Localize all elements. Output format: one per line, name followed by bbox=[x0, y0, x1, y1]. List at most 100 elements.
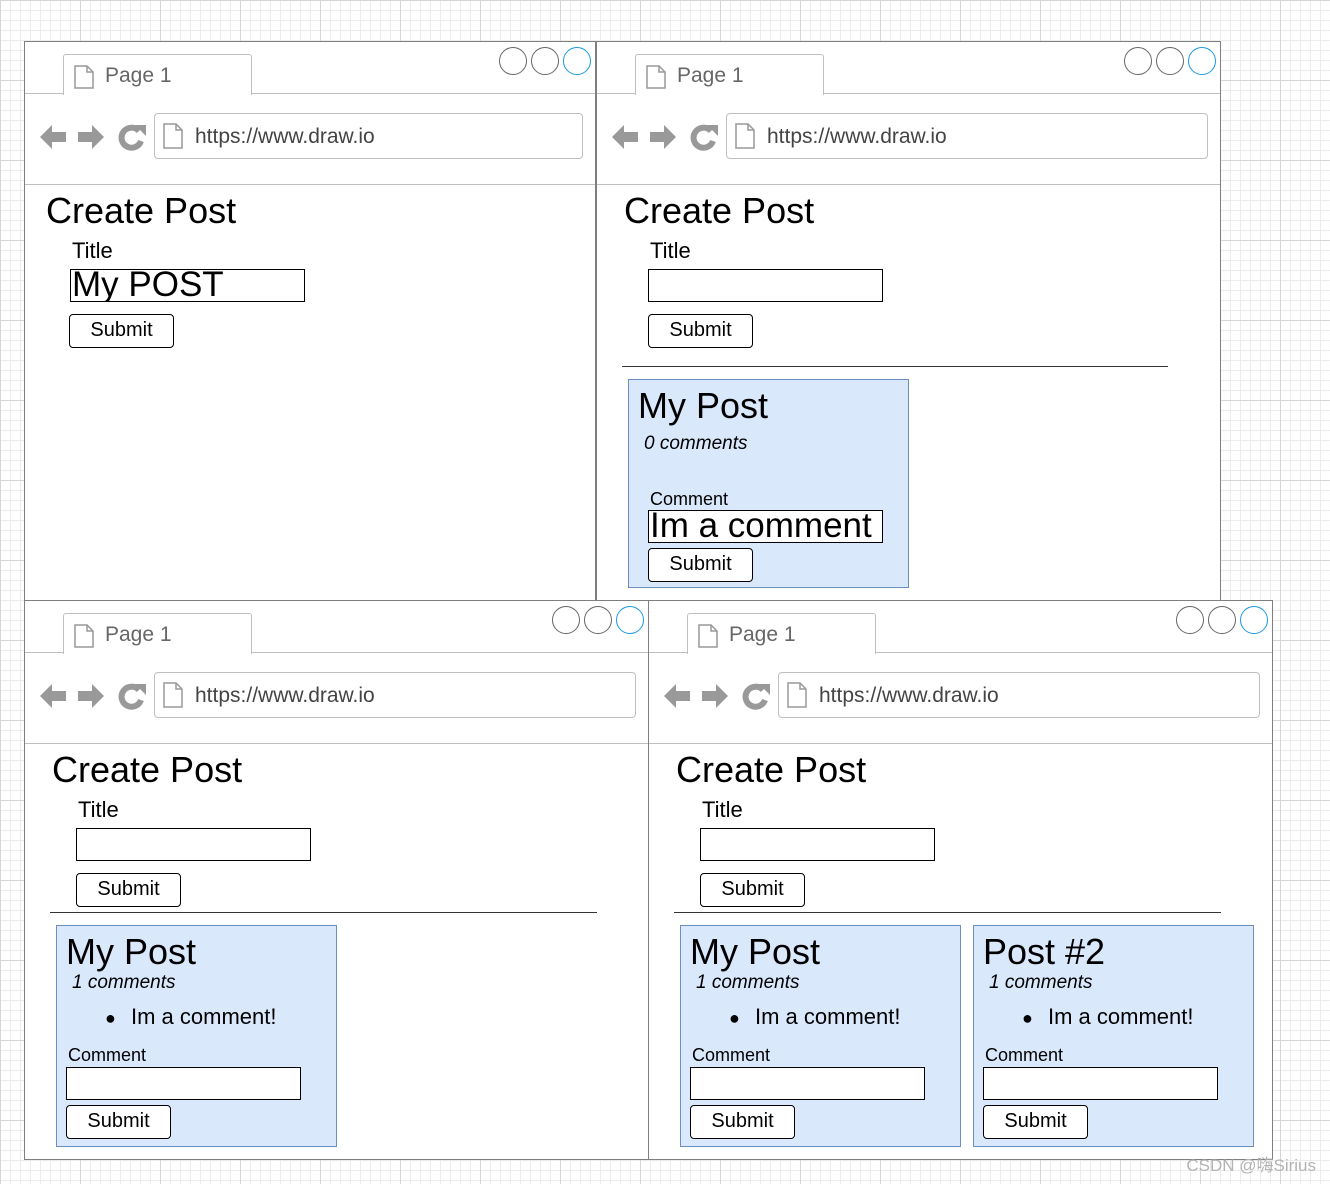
title-label: Title bbox=[72, 238, 113, 263]
page-content: Create Post Title Submit My Post 1 comme… bbox=[25, 745, 648, 1159]
window-button-circle[interactable] bbox=[1124, 47, 1152, 75]
browser-window-1: Page 1 https://www.draw.io Create Post T… bbox=[24, 41, 596, 601]
browser-toolbar: https://www.draw.io bbox=[25, 654, 648, 744]
comment-count: 1 comments bbox=[989, 972, 1093, 993]
comment-input[interactable] bbox=[66, 1067, 301, 1100]
url-text: https://www.draw.io bbox=[195, 125, 375, 148]
browser-toolbar: https://www.draw.io bbox=[25, 95, 595, 185]
bullet-icon: ● bbox=[105, 1008, 116, 1028]
window-button-circle[interactable] bbox=[1208, 606, 1236, 634]
window-button-circle[interactable] bbox=[1188, 47, 1216, 75]
divider bbox=[50, 912, 597, 913]
comment-text: Im a comment! bbox=[1048, 1004, 1194, 1029]
comment-count: 1 comments bbox=[696, 972, 800, 993]
comment-input[interactable]: Im a comment bbox=[648, 510, 883, 543]
back-arrow-icon[interactable] bbox=[38, 122, 68, 152]
url-bar[interactable]: https://www.draw.io bbox=[154, 113, 583, 159]
page-icon bbox=[787, 682, 807, 708]
window-button-circle[interactable] bbox=[531, 47, 559, 75]
window-buttons bbox=[499, 47, 591, 75]
page-content: Create Post Title Submit My Post 1 comme… bbox=[649, 745, 1272, 1159]
forward-arrow-icon[interactable] bbox=[76, 681, 106, 711]
title-input[interactable] bbox=[700, 828, 935, 861]
tab-label: Page 1 bbox=[105, 64, 172, 87]
forward-arrow-icon[interactable] bbox=[76, 122, 106, 152]
window-button-circle[interactable] bbox=[1240, 606, 1268, 634]
forward-arrow-icon[interactable] bbox=[648, 122, 678, 152]
title-input[interactable] bbox=[76, 828, 311, 861]
comment-label: Comment bbox=[68, 1045, 147, 1065]
title-input[interactable] bbox=[648, 269, 883, 302]
back-arrow-icon[interactable] bbox=[38, 681, 68, 711]
back-arrow-icon[interactable] bbox=[662, 681, 692, 711]
back-arrow-icon[interactable] bbox=[610, 122, 640, 152]
page-icon bbox=[698, 624, 718, 648]
window-button-circle[interactable] bbox=[552, 606, 580, 634]
submit-button[interactable]: Submit bbox=[76, 873, 181, 907]
browser-tab[interactable]: Page 1 bbox=[63, 54, 252, 95]
comment-item: ● Im a comment! bbox=[1022, 1004, 1193, 1030]
page-content: Create Post Title Submit My Post 0 comme… bbox=[597, 186, 1220, 600]
comment-label: Comment bbox=[692, 1045, 771, 1065]
window-button-circle[interactable] bbox=[1156, 47, 1184, 75]
title-label: Title bbox=[702, 797, 743, 822]
window-button-circle[interactable] bbox=[616, 606, 644, 634]
comment-item: ● Im a comment! bbox=[105, 1004, 276, 1030]
comment-submit-button[interactable]: Submit bbox=[690, 1105, 795, 1139]
browser-tab[interactable]: Page 1 bbox=[635, 54, 824, 95]
tab-label: Page 1 bbox=[677, 64, 744, 87]
post-title: My Post bbox=[690, 931, 821, 972]
comment-input[interactable] bbox=[983, 1067, 1218, 1100]
bullet-icon: ● bbox=[729, 1008, 740, 1028]
page-content: Create Post Title My POST Submit bbox=[25, 186, 595, 600]
create-post-heading: Create Post bbox=[676, 749, 867, 790]
reload-icon[interactable] bbox=[117, 122, 147, 152]
post-card: Post #2 1 comments ● Im a comment! Commen… bbox=[973, 925, 1254, 1147]
url-bar[interactable]: https://www.draw.io bbox=[154, 672, 636, 718]
reload-icon[interactable] bbox=[689, 122, 719, 152]
comment-item: ● Im a comment! bbox=[729, 1004, 900, 1030]
page-icon bbox=[163, 123, 183, 149]
window-buttons bbox=[1124, 47, 1216, 75]
window-button-circle[interactable] bbox=[584, 606, 612, 634]
browser-tab[interactable]: Page 1 bbox=[687, 613, 876, 654]
url-text: https://www.draw.io bbox=[195, 684, 375, 707]
create-post-heading: Create Post bbox=[46, 190, 237, 231]
title-input[interactable]: My POST bbox=[70, 269, 305, 302]
divider bbox=[674, 912, 1221, 913]
page-icon bbox=[163, 682, 183, 708]
post-card: My Post 1 comments ● Im a comment! Commen… bbox=[56, 925, 337, 1147]
window-button-circle[interactable] bbox=[499, 47, 527, 75]
comment-count: 1 comments bbox=[72, 972, 176, 993]
window-button-circle[interactable] bbox=[563, 47, 591, 75]
divider bbox=[622, 366, 1168, 367]
tab-bar: Page 1 bbox=[597, 42, 1220, 95]
browser-tab[interactable]: Page 1 bbox=[63, 613, 252, 654]
forward-arrow-icon[interactable] bbox=[700, 681, 730, 711]
title-label: Title bbox=[650, 238, 691, 263]
page-icon bbox=[735, 123, 755, 149]
comment-submit-button[interactable]: Submit bbox=[66, 1105, 171, 1139]
page-icon bbox=[74, 65, 94, 89]
create-post-heading: Create Post bbox=[52, 749, 243, 790]
browser-toolbar: https://www.draw.io bbox=[649, 654, 1272, 744]
url-bar[interactable]: https://www.draw.io bbox=[726, 113, 1208, 159]
tab-bar: Page 1 bbox=[649, 601, 1272, 654]
browser-window-4: Page 1 https://www.draw.io Create Post T… bbox=[648, 600, 1273, 1160]
comment-input[interactable] bbox=[690, 1067, 925, 1100]
reload-icon[interactable] bbox=[741, 681, 771, 711]
submit-button[interactable]: Submit bbox=[700, 873, 805, 907]
submit-button[interactable]: Submit bbox=[648, 314, 753, 348]
comment-text: Im a comment! bbox=[755, 1004, 901, 1029]
reload-icon[interactable] bbox=[117, 681, 147, 711]
comment-label: Comment bbox=[985, 1045, 1064, 1065]
submit-button[interactable]: Submit bbox=[69, 314, 174, 348]
comment-label: Comment bbox=[650, 489, 729, 509]
comment-submit-button[interactable]: Submit bbox=[648, 548, 753, 582]
window-button-circle[interactable] bbox=[1176, 606, 1204, 634]
watermark: CSDN @嗨Sirius bbox=[1186, 1156, 1316, 1175]
url-bar[interactable]: https://www.draw.io bbox=[778, 672, 1260, 718]
page-icon bbox=[646, 65, 666, 89]
bullet-icon: ● bbox=[1022, 1008, 1033, 1028]
comment-submit-button[interactable]: Submit bbox=[983, 1105, 1088, 1139]
